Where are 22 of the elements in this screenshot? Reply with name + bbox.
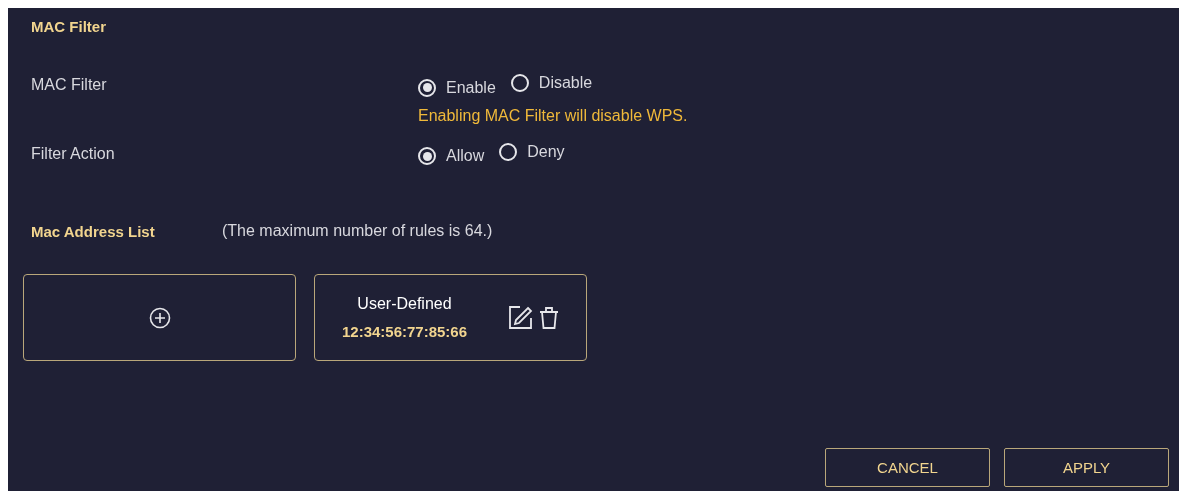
radio-label[interactable]: Deny [527,142,565,161]
radio-button[interactable] [510,74,529,92]
rule-name: User-Defined [356,295,453,313]
action-button[interactable]: CANCEL [825,448,990,487]
warning-text: Enabling MAC Filter will disable WPS. [418,106,689,125]
section-title: MAC Filter [31,18,106,35]
add-rule-card[interactable] [23,274,296,361]
edit-icon[interactable] [507,304,534,331]
mac-address: 12:34:56:77:85:66 [341,323,468,340]
radio-label[interactable]: Enable [446,78,496,97]
trash-icon[interactable] [539,305,560,330]
radio-label[interactable]: Allow [446,147,485,165]
radio-label[interactable]: Disable [538,74,593,92]
radio-button[interactable] [499,142,518,161]
list-note: (The maximum number of rules is 64.) [222,222,493,240]
action-button[interactable]: APPLY [1004,448,1169,487]
field-label: Filter Action [31,144,116,163]
radio-button[interactable] [418,147,436,165]
add-icon[interactable] [148,306,171,329]
section-title: Mac Address List [31,222,156,240]
radio-button[interactable] [418,78,436,97]
field-label: MAC Filter [31,76,108,95]
